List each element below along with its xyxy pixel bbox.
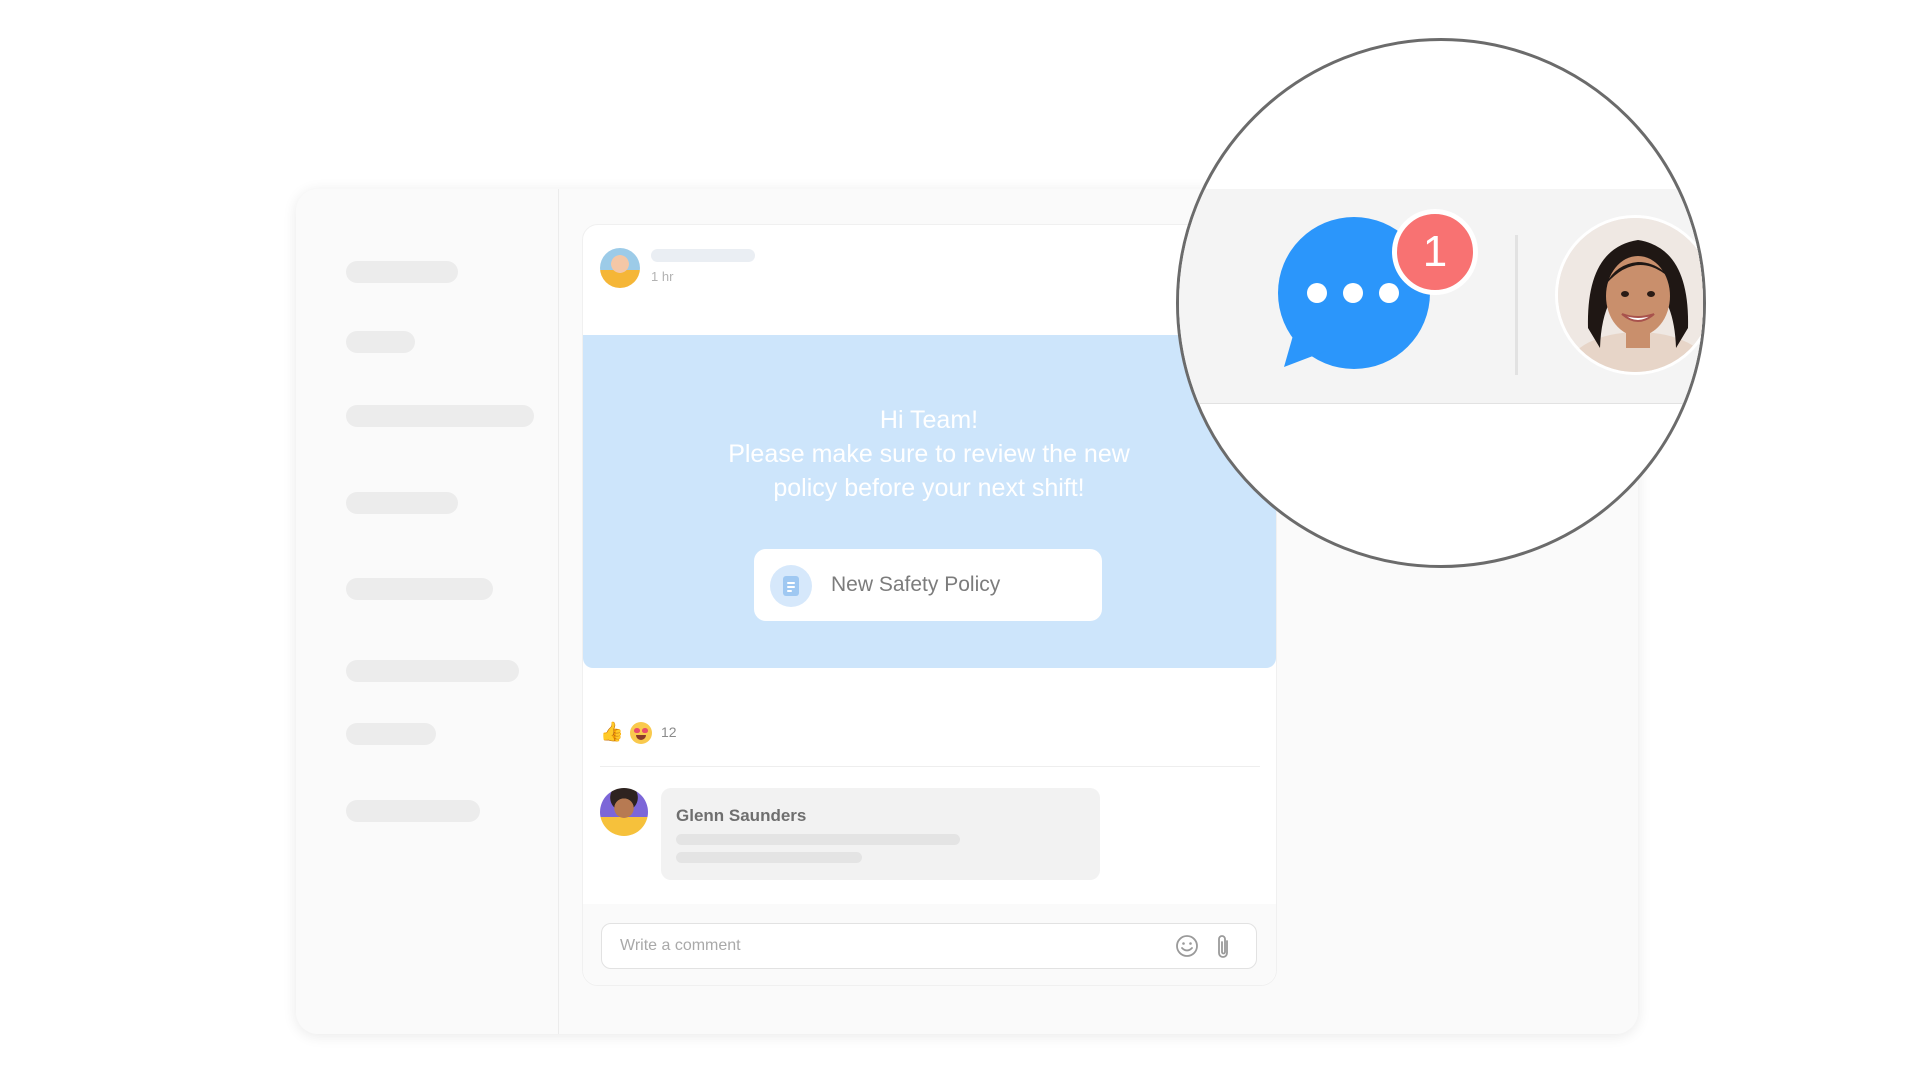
thumbs-up-icon: 👍 xyxy=(600,722,624,743)
reaction-count: 12 xyxy=(661,724,677,740)
divider xyxy=(600,766,1260,767)
sidebar-item-placeholder[interactable] xyxy=(346,723,436,745)
comment-text-placeholder xyxy=(676,852,862,863)
heart-eyes-emoji-icon xyxy=(630,722,652,744)
sidebar-item-placeholder[interactable] xyxy=(346,405,534,427)
sidebar-item-placeholder[interactable] xyxy=(346,331,415,353)
comment-text-placeholder xyxy=(676,834,960,845)
top-bar-zoomed: 1 xyxy=(1179,189,1703,404)
sidebar-item-placeholder[interactable] xyxy=(346,660,519,682)
banner-greeting: Hi Team! xyxy=(879,406,979,434)
comment-author-name[interactable]: Glenn Saunders xyxy=(676,806,806,826)
user-avatar[interactable] xyxy=(1555,215,1703,375)
emoji-icon[interactable] xyxy=(1175,934,1199,963)
magnifier-callout: 1 xyxy=(1176,38,1706,568)
attachment-label: New Safety Policy xyxy=(831,573,1001,596)
banner-message-line1: Please make sure to review the new xyxy=(728,440,1130,468)
post-card: 1 hr Hi Team! Please make sure to review… xyxy=(582,224,1277,986)
safety-policy-attachment-button[interactable]: New Safety Policy xyxy=(754,549,1102,621)
post-author-name-placeholder xyxy=(651,249,755,262)
paperclip-icon[interactable] xyxy=(1214,933,1232,966)
comment-bubble: Glenn Saunders xyxy=(661,788,1100,880)
announcement-banner: Hi Team! Please make sure to review the … xyxy=(583,335,1276,668)
unread-badge: 1 xyxy=(1392,209,1478,295)
post-timestamp: 1 hr xyxy=(651,269,674,284)
comment-composer xyxy=(583,904,1276,985)
post-author-avatar[interactable] xyxy=(600,248,640,288)
sidebar-item-placeholder[interactable] xyxy=(346,261,458,283)
separator xyxy=(1515,235,1518,375)
commenter-avatar[interactable] xyxy=(600,788,648,836)
sidebar-item-placeholder[interactable] xyxy=(346,492,458,514)
comment-input[interactable] xyxy=(601,923,1257,969)
banner-message-line2: policy before your next shift! xyxy=(773,474,1085,502)
sidebar-item-placeholder[interactable] xyxy=(346,800,480,822)
sidebar-item-placeholder[interactable] xyxy=(346,578,493,600)
document-icon xyxy=(770,565,812,607)
sidebar xyxy=(296,189,559,1034)
